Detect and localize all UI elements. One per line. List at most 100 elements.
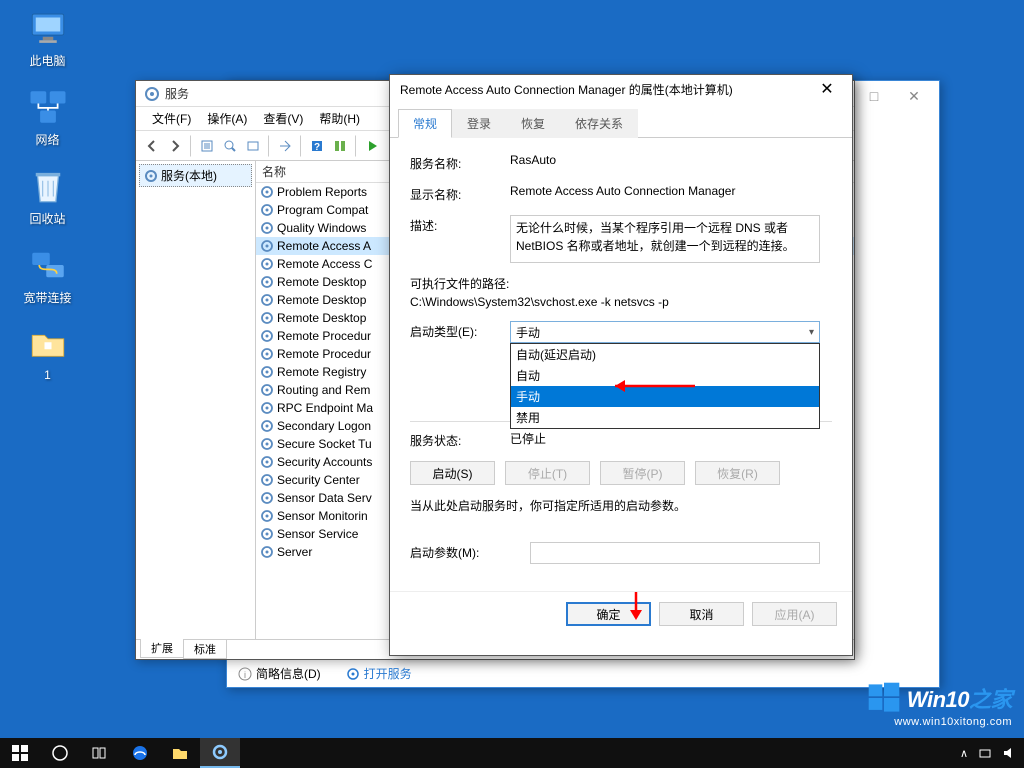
desktop-icon-folder-1[interactable]: 1 (10, 321, 85, 382)
menu-help[interactable]: 帮助(H) (311, 108, 368, 129)
label-description: 描述: (410, 215, 510, 234)
forward-button[interactable] (164, 135, 186, 157)
tab-general[interactable]: 常规 (398, 109, 452, 138)
gear-icon (260, 293, 274, 307)
gear-icon (260, 509, 274, 523)
gear-icon (260, 383, 274, 397)
gear-icon (346, 667, 360, 681)
watermark: Win10之家 www.win10xitong.com (867, 681, 1012, 728)
tab-recovery[interactable]: 恢复 (506, 109, 560, 138)
cancel-button[interactable]: 取消 (659, 602, 744, 626)
label-display-name: 显示名称: (410, 184, 510, 203)
desktop-icon-label: 1 (10, 368, 85, 382)
menu-file[interactable]: 文件(F) (144, 108, 199, 129)
back-button[interactable] (141, 135, 163, 157)
task-view-button[interactable] (80, 738, 120, 768)
resume-service-button: 恢复(R) (695, 461, 780, 485)
taskbar-services[interactable] (200, 738, 240, 768)
desktop-icon-network[interactable]: 网络 (10, 84, 85, 148)
start-button[interactable] (361, 135, 383, 157)
help-button[interactable]: ? (306, 135, 328, 157)
label-exe-path: 可执行文件的路径: (410, 275, 832, 292)
cortana-button[interactable] (40, 738, 80, 768)
tree-pane[interactable]: 服务(本地) (136, 161, 256, 639)
value-service-name: RasAuto (510, 153, 832, 167)
gear-icon (260, 257, 274, 271)
help-text: 当从此处启动服务时，你可指定所适用的启动参数。 (410, 497, 832, 514)
open-services-link[interactable]: 打开服务 (364, 665, 412, 682)
close-icon[interactable]: ✕ (812, 79, 842, 99)
annotation-arrow-1 (600, 376, 700, 396)
description-box[interactable]: 无论什么时候，当某个程序引用一个远程 DNS 或者 NetBIOS 名称或者地址… (510, 215, 820, 263)
label-service-status: 服务状态: (410, 430, 510, 449)
gear-icon (260, 275, 274, 289)
broadband-icon (25, 242, 70, 287)
tab-dependencies[interactable]: 依存关系 (560, 109, 638, 138)
taskbar-edge[interactable] (120, 738, 160, 768)
folder-icon (25, 321, 70, 366)
desktop-icon-label: 网络 (10, 131, 85, 148)
toolbar-btn-2[interactable] (219, 135, 241, 157)
annotation-arrow-2 (626, 590, 646, 630)
gear-icon (260, 527, 274, 541)
value-display-name: Remote Access Auto Connection Manager (510, 184, 832, 198)
gear-icon (260, 401, 274, 415)
desktop-icon-label: 回收站 (10, 210, 85, 227)
gear-icon (260, 491, 274, 505)
menu-view[interactable]: 查看(V) (255, 108, 311, 129)
start-menu-button[interactable] (0, 738, 40, 768)
gear-icon (260, 437, 274, 451)
services-title: 服务 (165, 85, 189, 102)
value-service-status: 已停止 (510, 430, 832, 447)
foot-tab-standard[interactable]: 标准 (183, 640, 227, 659)
desktop-icon-label: 宽带连接 (10, 289, 85, 306)
desktop-icon-broadband[interactable]: 宽带连接 (10, 242, 85, 306)
start-params-input[interactable] (530, 542, 820, 564)
startup-type-combo[interactable]: 手动 ▾ (510, 321, 820, 343)
foot-tab-extended[interactable]: 扩展 (140, 639, 184, 658)
gear-icon (260, 347, 274, 361)
value-exe-path: C:\Windows\System32\svchost.exe -k netsv… (410, 295, 832, 309)
gear-icon (260, 311, 274, 325)
gear-icon (260, 329, 274, 343)
toolbar-btn-1[interactable] (196, 135, 218, 157)
toolbar-btn-6[interactable] (329, 135, 351, 157)
network-tray-icon[interactable] (978, 746, 992, 760)
gear-icon (260, 239, 274, 253)
start-service-button[interactable]: 启动(S) (410, 461, 495, 485)
dialog-title: Remote Access Auto Connection Manager 的属… (400, 81, 812, 98)
dialog-titlebar[interactable]: Remote Access Auto Connection Manager 的属… (390, 75, 852, 103)
gear-icon (260, 203, 274, 217)
desktop-icon-label: 此电脑 (10, 52, 85, 69)
desktop-icon-this-pc[interactable]: 此电脑 (10, 5, 85, 69)
label-service-name: 服务名称: (410, 153, 510, 172)
gear-icon (260, 221, 274, 235)
gear-icon (260, 473, 274, 487)
properties-dialog: Remote Access Auto Connection Manager 的属… (389, 74, 853, 656)
watermark-url: www.win10xitong.com (867, 716, 1012, 728)
footer-info: i 简略信息(D) 打开服务 (238, 665, 412, 682)
maximize-button[interactable]: □ (854, 81, 894, 111)
gear-icon (260, 419, 274, 433)
label-start-params: 启动参数(M): (410, 542, 530, 561)
toolbar-btn-4[interactable] (274, 135, 296, 157)
desktop-icon-recycle-bin[interactable]: 回收站 (10, 163, 85, 227)
chevron-down-icon: ▾ (809, 327, 814, 338)
svg-text:?: ? (314, 142, 320, 153)
combo-option-auto-delayed[interactable]: 自动(延迟启动) (511, 344, 819, 365)
toolbar-btn-3[interactable] (242, 135, 264, 157)
volume-tray-icon[interactable] (1002, 746, 1016, 760)
menu-action[interactable]: 操作(A) (199, 108, 255, 129)
pause-service-button: 暂停(P) (600, 461, 685, 485)
gear-icon (260, 545, 274, 559)
apply-button: 应用(A) (752, 602, 837, 626)
taskbar-explorer[interactable] (160, 738, 200, 768)
network-icon (25, 84, 70, 129)
close-button[interactable]: ✕ (894, 81, 934, 111)
stop-service-button: 停止(T) (505, 461, 590, 485)
tab-logon[interactable]: 登录 (452, 109, 506, 138)
combo-option-disabled[interactable]: 禁用 (511, 407, 819, 428)
gear-icon (260, 365, 274, 379)
tray-chevron-up[interactable]: ∧ (960, 747, 968, 760)
tree-services-local[interactable]: 服务(本地) (139, 164, 252, 187)
